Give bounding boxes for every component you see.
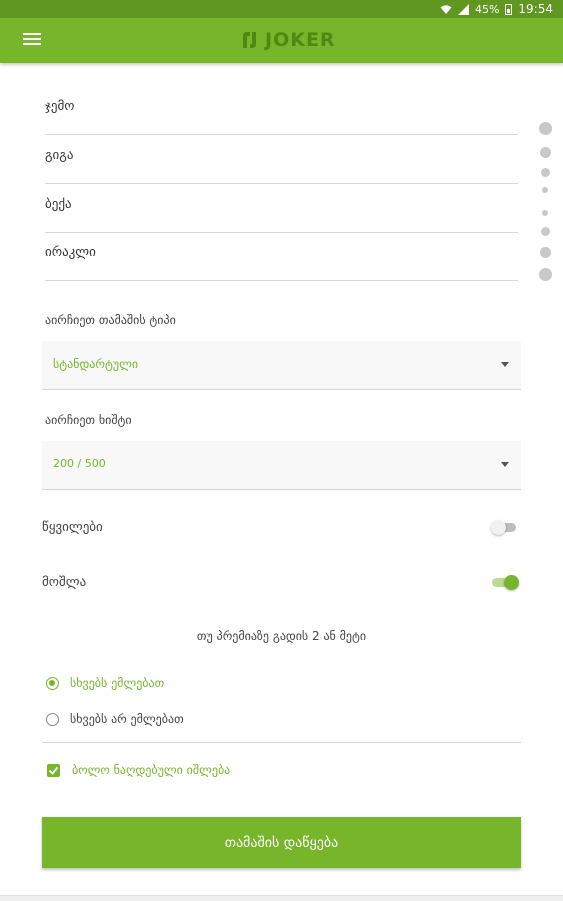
dropdown-arrow-icon: [501, 462, 509, 467]
player-name-field-3[interactable]: [45, 183, 518, 233]
game-type-value: სტანდარტული: [53, 357, 139, 371]
joker-logo-icon: [243, 32, 256, 48]
player-name-input-3[interactable]: [45, 197, 518, 212]
menu-button[interactable]: [23, 33, 41, 47]
bottom-edge: [0, 895, 563, 901]
clock: 19:54: [518, 2, 553, 16]
toggle-thumb: [491, 520, 506, 535]
status-bar: 45% 19:54: [0, 0, 563, 18]
battery-percent: 45%: [474, 2, 500, 16]
radio-checked-icon: [46, 676, 59, 690]
status-icons: 45% 19:54: [440, 2, 553, 16]
player-name-input-2[interactable]: [45, 148, 518, 163]
hamburger-line: [23, 38, 41, 40]
penalty-select[interactable]: 200 / 500: [42, 441, 521, 490]
penalty-value: 200 / 500: [53, 457, 106, 470]
signal-icon: [457, 3, 469, 15]
pairs-toggle-label: წყვილები: [42, 520, 103, 535]
dot-icon: [539, 122, 552, 135]
erase-toggle[interactable]: [492, 572, 519, 592]
penalty-label: აირჩიეთ ხიშტი: [45, 413, 132, 427]
joker-logo: JOKER: [241, 29, 336, 51]
pairs-toggle[interactable]: [491, 517, 518, 537]
checkbox-label: ბოლო ნაღდებული იშლება: [72, 763, 231, 777]
dot-icon: [541, 168, 550, 177]
player-name-field-2[interactable]: [45, 134, 518, 184]
dot-icon: [541, 227, 550, 236]
dot-icon: [540, 247, 551, 258]
premium-info-text: თუ პრემიაზე გადის 2 ან მეტი: [196, 629, 367, 643]
reorder-dots-indicator[interactable]: [538, 122, 552, 284]
radio-label: სხვებს ემლებათ: [70, 676, 165, 690]
battery-icon: [505, 3, 513, 15]
player-name-field-4[interactable]: [45, 231, 518, 281]
dropdown-arrow-icon: [501, 362, 509, 367]
game-type-select[interactable]: სტანდარტული: [42, 341, 521, 390]
start-game-button[interactable]: თამაშის დაწყება: [42, 817, 521, 868]
wifi-icon: [440, 4, 452, 14]
hamburger-line: [23, 43, 41, 45]
logo-text: JOKER: [265, 29, 336, 51]
dot-icon: [542, 187, 548, 193]
radio-option-others-not-erased[interactable]: სხვებს არ ემლებათ: [46, 712, 184, 726]
erase-toggle-label: მოშლა: [42, 575, 87, 590]
hamburger-icon: [23, 33, 41, 35]
dot-icon: [542, 210, 548, 216]
divider: [42, 742, 521, 743]
player-name-input-4[interactable]: [45, 245, 518, 260]
last-hand-erased-checkbox[interactable]: ბოლო ნაღდებული იშლება: [47, 763, 230, 777]
checkbox-checked-icon: [47, 763, 60, 777]
player-name-input-1[interactable]: [45, 99, 518, 114]
radio-option-others-erased[interactable]: სხვებს ემლებათ: [46, 676, 164, 690]
game-type-label: აირჩიეთ თამაშის ტიპი: [45, 313, 176, 327]
app-bar: JOKER: [0, 18, 563, 63]
radio-label: სხვებს არ ემლებათ: [70, 712, 184, 726]
toggle-thumb: [504, 575, 519, 590]
player-name-field-1[interactable]: [45, 85, 518, 135]
radio-unchecked-icon: [46, 712, 59, 726]
dot-icon: [539, 268, 552, 281]
dot-icon: [540, 147, 551, 158]
